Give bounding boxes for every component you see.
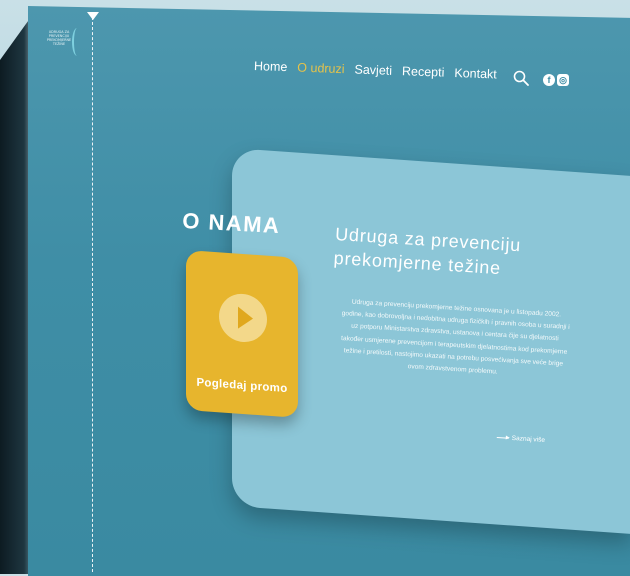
nav-item-recepti[interactable]: Recepti: [402, 64, 445, 79]
nav-item-home[interactable]: Home: [254, 59, 288, 74]
play-icon[interactable]: [219, 292, 267, 344]
page-title: O NAMA: [181, 208, 282, 239]
nav-item-savjeti[interactable]: Savjeti: [354, 63, 392, 78]
search-icon[interactable]: [513, 70, 529, 86]
facebook-icon[interactable]: f: [543, 74, 555, 86]
instagram-icon[interactable]: ◎: [557, 74, 569, 86]
instagram-glyph: ◎: [559, 75, 567, 85]
arrow-right-icon: [496, 436, 509, 439]
logo-text: UDRUGA ZA PREVENCIJU PREKOMJERNE TEŽINE: [44, 30, 74, 46]
notch-marker: [87, 12, 99, 20]
leaf-icon: [72, 28, 82, 56]
about-body: Udruga za prevenciju prekomjerne težine …: [340, 298, 570, 376]
nav-item-kontakt[interactable]: Kontakt: [454, 66, 497, 81]
site-logo[interactable]: UDRUGA ZA PREVENCIJU PREKOMJERNE TEŽINE: [44, 28, 90, 72]
facebook-glyph: f: [547, 75, 551, 85]
play-triangle: [238, 306, 253, 330]
promo-label: Pogledaj promo: [196, 376, 288, 396]
logo-line: TEŽINE: [52, 42, 66, 46]
promo-card[interactable]: Pogledaj promo: [186, 250, 298, 418]
nav-item-o-udruzi[interactable]: O udruzi: [297, 61, 345, 77]
dashed-divider: [92, 12, 93, 572]
